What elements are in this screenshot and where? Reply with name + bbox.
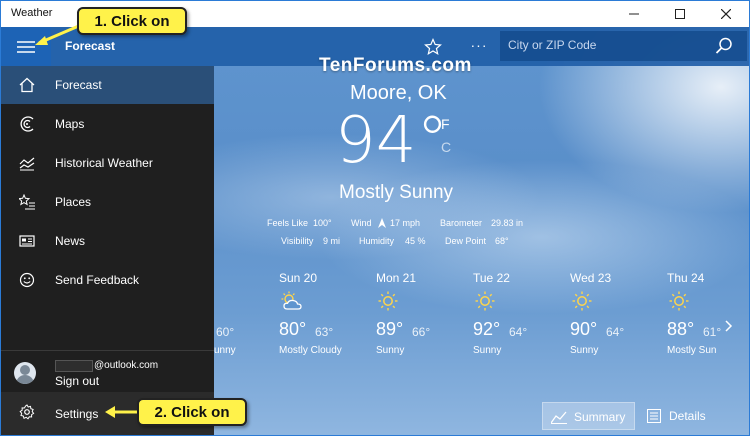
callout-step-1: 1. Click on [77, 7, 187, 35]
callout-arrowhead-2 [105, 406, 115, 418]
callout-arrows [35, 23, 141, 418]
callout-arrowhead-1 [35, 36, 48, 45]
weather-app-window: Weather Forecast ··· TenForums.com Moore… [0, 0, 750, 436]
callout-step-2: 2. Click on [137, 398, 247, 426]
